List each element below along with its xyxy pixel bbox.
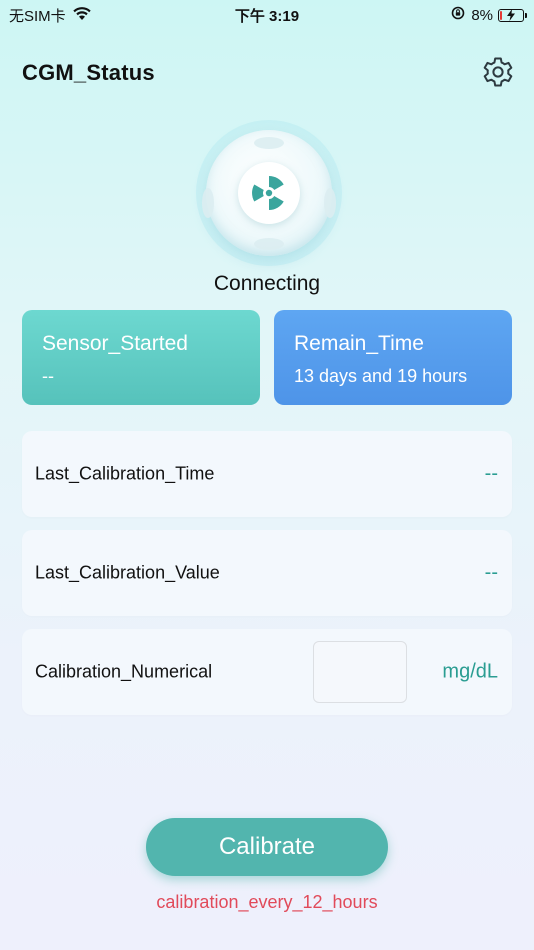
last-calibration-value-label: Last_Calibration_Value xyxy=(35,562,220,583)
sensor-notch-bottom xyxy=(254,238,284,250)
status-bar-right: 8% xyxy=(450,5,527,25)
calibration-hint: calibration_every_12_hours xyxy=(156,892,378,912)
orientation-lock-icon xyxy=(450,5,466,25)
calibration-unit-label: mg/dL xyxy=(442,660,498,683)
sensor-started-value: -- xyxy=(42,366,54,386)
calibration-numerical-row: Calibration_Numerical mg/dL xyxy=(22,629,512,715)
last-calibration-value-row: Last_Calibration_Value -- xyxy=(22,530,512,616)
battery-icon xyxy=(498,8,527,22)
gear-icon xyxy=(483,57,513,87)
calibrate-button[interactable]: Calibrate xyxy=(146,818,388,876)
sensor-started-title: Sensor_Started xyxy=(42,332,188,355)
sensor-disc xyxy=(202,130,336,256)
sensor-fan-icon xyxy=(252,176,284,210)
sensor-image xyxy=(196,120,342,266)
battery-fill xyxy=(500,10,502,20)
sensor-started-card: Sensor_Started -- xyxy=(22,310,260,405)
remain-time-title: Remain_Time xyxy=(294,332,424,355)
sensor-notch-left xyxy=(202,188,214,218)
calibration-value-input[interactable] xyxy=(313,641,407,703)
settings-button[interactable] xyxy=(480,54,516,90)
connection-status: Connecting xyxy=(213,272,321,295)
calibration-numerical-label: Calibration_Numerical xyxy=(35,661,213,682)
remain-time-card: Remain_Time 13 days and 19 hours xyxy=(274,310,512,405)
remain-time-value: 13 days and 19 hours xyxy=(294,366,468,386)
last-calibration-time-label: Last_Calibration_Time xyxy=(35,463,215,484)
last-calibration-time-value: -- xyxy=(484,462,498,485)
sensor-center xyxy=(238,162,300,224)
last-calibration-time-row: Last_Calibration_Time -- xyxy=(22,431,512,517)
last-calibration-value-value: -- xyxy=(484,561,498,584)
sensor-notch-top xyxy=(254,137,284,149)
status-bar: 无SIM卡 下午 3:19 8% xyxy=(0,0,534,30)
page-title: CGM_Status xyxy=(22,60,155,85)
battery-percent: 8% xyxy=(471,6,493,24)
sensor-notch-right xyxy=(324,188,336,218)
